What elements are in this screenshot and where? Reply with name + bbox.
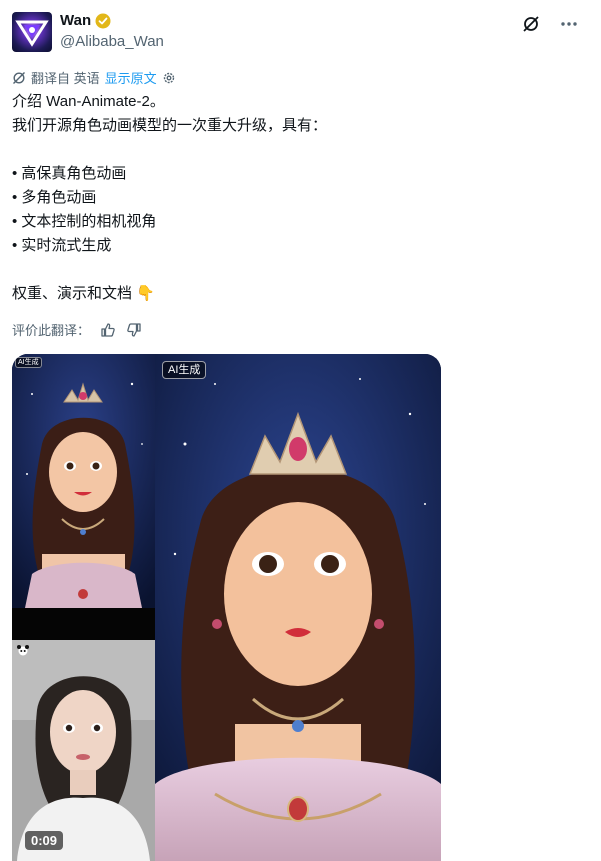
driving-video-panel (12, 640, 155, 861)
grok-icon (523, 16, 539, 32)
panda-watermark-icon (17, 645, 29, 656)
ai-generated-badge: AI生成 (162, 361, 207, 379)
rate-translation-row: 评价此翻译： (12, 320, 142, 339)
settings-gear-icon[interactable] (162, 71, 176, 85)
driving-video-frame (12, 640, 155, 861)
rate-translation-label: 评价此翻译： (12, 323, 91, 338)
video-duration: 0:09 (25, 831, 64, 850)
tweet-line: 我们开源角色动画模型的一次重大升级，具有： (12, 117, 328, 134)
tweet-line: • 文本控制的相机视角 (12, 213, 157, 230)
tweet-header: Wan @Alibaba_Wan (12, 12, 589, 54)
more-options-button[interactable] (559, 14, 579, 34)
tweet-line: • 高保真角色动画 (12, 165, 127, 182)
tweet-line: 介绍 Wan-Animate-2。 (12, 93, 165, 110)
author-handle[interactable]: @Alibaba_Wan (60, 33, 164, 50)
tweet-text: 介绍 Wan-Animate-2。 我们开源角色动画模型的一次重大升级，具有： … (12, 90, 582, 306)
tweet-line: • 多角色动画 (12, 189, 97, 206)
avatar[interactable] (12, 12, 52, 52)
generated-video-panel (155, 354, 441, 861)
video-player[interactable]: AI生成 AI生成 0:09 (12, 354, 441, 861)
header-actions (521, 14, 579, 34)
princess-generated-image (155, 354, 441, 861)
tweet-line: 权重、演示和文档 👇 (12, 285, 155, 302)
thumbs-down-icon[interactable] (126, 322, 142, 338)
panel-divider (12, 608, 155, 640)
verified-badge-icon (95, 13, 111, 28)
author-name-row: Wan (60, 12, 111, 29)
translation-bar: 翻译自 英语 显示原文 (12, 68, 176, 87)
ai-generated-badge-small: AI生成 (15, 357, 42, 368)
author-name[interactable]: Wan (60, 12, 91, 29)
translated-from-label: 翻译自 英语 (31, 71, 100, 86)
grok-translate-icon (13, 71, 25, 84)
thumbs-up-icon[interactable] (100, 322, 116, 338)
show-original-link[interactable]: 显示原文 (105, 68, 157, 87)
princess-reference-image (12, 354, 155, 608)
reference-image-panel: AI生成 (12, 354, 155, 608)
tweet-line: • 实时流式生成 (12, 237, 112, 254)
grok-button[interactable] (521, 14, 541, 34)
wan-logo-icon (15, 20, 49, 47)
more-icon (561, 22, 577, 26)
